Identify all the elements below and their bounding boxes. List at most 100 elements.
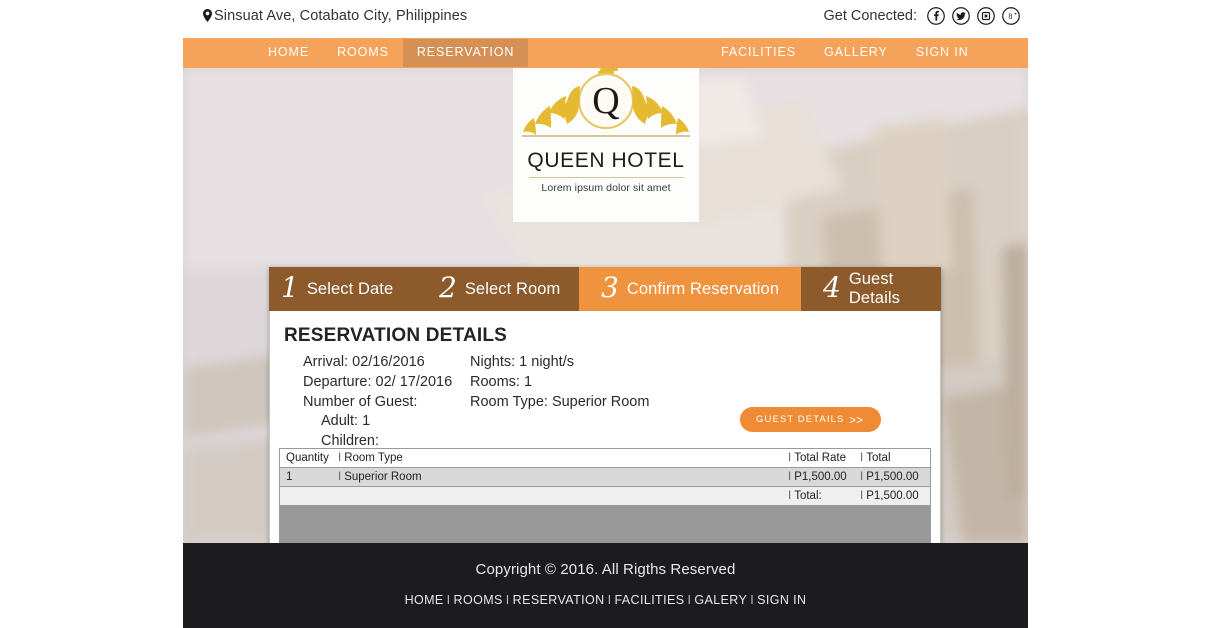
step-3-number: 3 <box>601 270 619 304</box>
address-text: Sinsuat Ave, Cotabato City, Philippines <box>214 8 468 24</box>
twitter-icon[interactable] <box>952 7 970 25</box>
table-total-row: I Total: I P1,500.00 <box>280 487 930 506</box>
site-footer: Copyright © 2016. All Rigths Reserved HO… <box>183 543 1028 628</box>
footer-link-home[interactable]: HOME <box>405 593 444 607</box>
step-guest-details[interactable]: 4 Guest Details <box>801 267 941 311</box>
logo-divider <box>528 177 684 178</box>
cell-total-rate-text: P1,500.00 <box>794 471 847 483</box>
hero-section: Q QUEEN HOTEL Lorem ipsum dolor sit amet… <box>183 68 1028 543</box>
header-sep-3: I <box>860 452 864 464</box>
footer-link-facilities[interactable]: FACILITIES <box>614 593 684 607</box>
nights-count: Nights: 1 night/s <box>470 354 574 370</box>
header-sep-1: I <box>338 452 342 464</box>
header-room-type: I Room Type <box>338 452 788 464</box>
site-container: Sinsuat Ave, Cotabato City, Philippines … <box>183 0 1028 628</box>
header-total-text: Total <box>866 452 891 464</box>
row-sep-2: I <box>788 471 792 483</box>
nav-item-reservation[interactable]: RESERVATION <box>402 39 529 67</box>
get-connected-label: Get Conected: <box>823 8 918 24</box>
total-sep-2: I <box>860 490 864 502</box>
utility-bar: Sinsuat Ave, Cotabato City, Philippines … <box>183 0 1028 38</box>
location-pin-icon <box>203 9 212 26</box>
footer-link-rooms[interactable]: ROOMS <box>454 593 503 607</box>
cell-quantity: 1 <box>286 471 293 483</box>
guest-details-button[interactable]: GUEST DETAILS >> <box>740 407 881 432</box>
step-select-room[interactable]: 2 Select Room <box>427 267 596 311</box>
step-4-number: 4 <box>823 270 841 304</box>
table-row: 1 I Superior Room I P1,500.00 I P1,500.00 <box>280 468 930 487</box>
svg-text:Q: Q <box>592 80 619 122</box>
room-type: Room Type: Superior Room <box>470 393 650 410</box>
site-logo[interactable]: Q QUEEN HOTEL Lorem ipsum dolor sit amet <box>513 68 699 222</box>
step-2-label: Select Room <box>464 279 561 298</box>
row-sep-3: I <box>860 471 864 483</box>
panel-title: RESERVATION DETAILS <box>284 325 508 346</box>
total-sep-1: I <box>788 490 792 502</box>
header-total-rate: I Total Rate <box>788 452 860 464</box>
reservation-stepper: 1 Select Date 2 Select Room 3 Confirm Re… <box>269 267 941 311</box>
total-value-cell: I P1,500.00 <box>860 490 930 502</box>
instagram-icon[interactable] <box>977 7 995 25</box>
googleplus-icon[interactable]: 8 + <box>1002 7 1020 25</box>
nav-item-home[interactable]: HOME <box>254 39 323 67</box>
hotel-address: Sinsuat Ave, Cotabato City, Philippines <box>203 8 467 26</box>
cell-total: I P1,500.00 <box>860 471 930 483</box>
step-chevron-icon-2 <box>801 267 818 311</box>
step-chevron-icon <box>579 267 596 311</box>
logo-title: QUEEN HOTEL <box>527 149 685 172</box>
header-room-type-text: Room Type <box>344 452 403 464</box>
footer-link-signin[interactable]: SIGN IN <box>757 593 806 607</box>
step-1-number: 1 <box>281 270 299 304</box>
guest-details-button-label: GUEST DETAILS <box>756 414 845 425</box>
arrival-date: Arrival: 02/16/2016 <box>303 354 425 370</box>
total-label-text: Total: <box>794 490 822 502</box>
step-4-label: Guest Details <box>848 270 900 307</box>
step-3-label: Confirm Reservation <box>626 279 780 298</box>
footer-link-reservation[interactable]: RESERVATION <box>513 593 605 607</box>
nav-left-group: HOME ROOMS RESERVATION <box>254 38 529 68</box>
adult-count: Adult: 1 <box>321 413 371 430</box>
page-root: Sinsuat Ave, Cotabato City, Philippines … <box>0 0 1211 628</box>
crown-crest-icon: Q <box>522 68 690 137</box>
cell-room-type: I Superior Room <box>338 471 788 483</box>
footer-sep-2: I <box>505 593 510 607</box>
footer-sep-4: I <box>687 593 692 607</box>
arrow-right-icon: >> <box>848 412 863 427</box>
footer-link-galery[interactable]: GALERY <box>694 593 747 607</box>
nav-right-group: FACILITIES GALLERY SIGN IN <box>707 38 983 68</box>
header-sep-2: I <box>788 452 792 464</box>
step-2-number: 2 <box>439 270 457 304</box>
footer-sep-3: I <box>607 593 612 607</box>
departure-date: Departure: 02/ 17/2016 <box>303 373 453 390</box>
children-count: Children: <box>321 433 380 450</box>
reservation-details: Arrival: 02/16/2016 Departure: 02/ 17/20… <box>270 350 940 449</box>
svg-text:+: + <box>1014 12 1017 18</box>
number-of-guest-label: Number of Guest: <box>303 393 418 410</box>
footer-navigation: HOME I ROOMS I RESERVATION I FACILITIES I GALERY… <box>405 593 807 607</box>
svg-text:8: 8 <box>1008 12 1012 21</box>
header-quantity: Quantity <box>286 452 329 464</box>
step-1-label: Select Date <box>306 279 394 298</box>
reservation-summary-table: Quantity I Room Type I Total Rate I Total 1… <box>279 448 931 543</box>
details-right-column: Nights: 1 night/s Rooms: 1 Room Type: Su… <box>470 353 649 412</box>
step-select-date[interactable]: 1 Select Date <box>269 267 427 311</box>
rooms-count: Rooms: 1 <box>470 373 533 390</box>
nav-item-gallery[interactable]: GALLERY <box>810 39 902 67</box>
step-confirm-reservation[interactable]: 3 Confirm Reservation <box>579 267 818 311</box>
copyright-text: Copyright © 2016. All Rigths Reserved <box>475 561 736 578</box>
booking-card: 1 Select Date 2 Select Room 3 Confirm Re… <box>269 267 941 543</box>
nav-item-signin[interactable]: SIGN IN <box>902 39 983 67</box>
total-value-text: P1,500.00 <box>866 490 919 502</box>
nav-item-rooms[interactable]: ROOMS <box>323 39 403 67</box>
cell-room-type-text: Superior Room <box>344 471 422 483</box>
cell-total-text: P1,500.00 <box>866 471 919 483</box>
main-navigation: HOME ROOMS RESERVATION FACILITIES GALLER… <box>183 38 1028 68</box>
logo-subtitle: Lorem ipsum dolor sit amet <box>541 182 671 194</box>
nav-item-facilities[interactable]: FACILITIES <box>707 39 810 67</box>
facebook-icon[interactable] <box>927 7 945 25</box>
details-left-column: Arrival: 02/16/2016 Departure: 02/ 17/20… <box>303 353 452 452</box>
header-total: I Total <box>860 452 930 464</box>
social-links: Get Conected: 8 + <box>824 7 1021 25</box>
cell-total-rate: I P1,500.00 <box>788 471 860 483</box>
total-label-cell: I Total: <box>788 490 860 502</box>
